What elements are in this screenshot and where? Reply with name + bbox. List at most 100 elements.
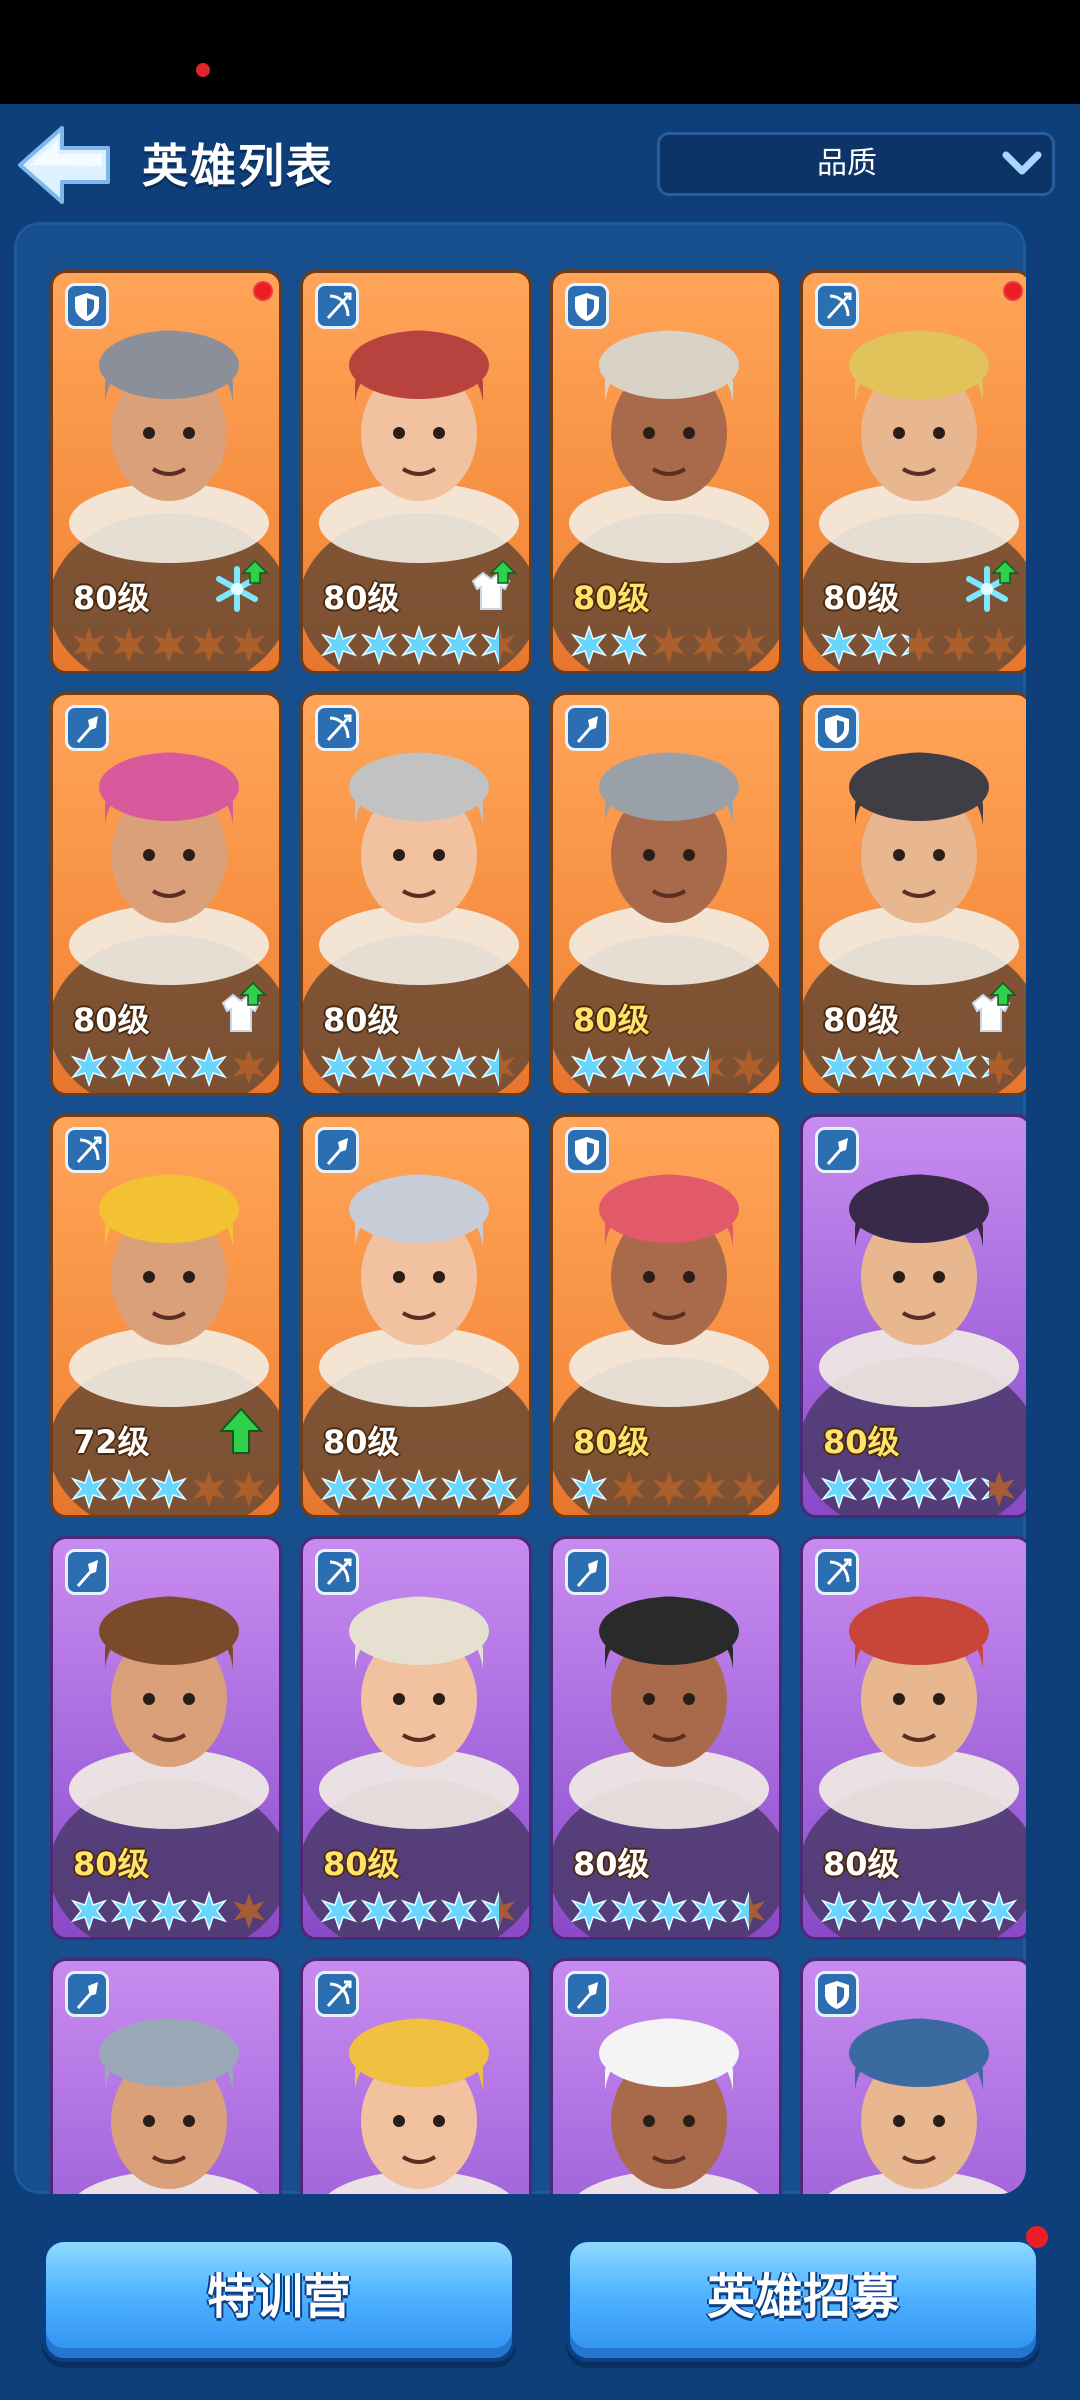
spear-class-icon xyxy=(65,1971,109,2017)
star-icon xyxy=(859,1891,899,1931)
upgrade-arrow-icon[interactable] xyxy=(213,1403,269,1459)
hero-level: 80级 xyxy=(73,1001,150,1039)
star-icon xyxy=(109,625,149,665)
hero-card[interactable] xyxy=(50,1958,282,2194)
star-icon xyxy=(569,1047,609,1087)
star-icon xyxy=(569,1891,609,1931)
page-title: 英雄列表 xyxy=(142,139,334,193)
star-icon xyxy=(69,1047,109,1087)
bow-class-icon xyxy=(815,283,859,329)
hero-card[interactable]: 80级 xyxy=(800,270,1026,674)
bow-class-icon xyxy=(315,705,359,751)
star-icon xyxy=(229,1891,269,1931)
training-camp-label: 特训营 xyxy=(206,2269,351,2325)
star-icon xyxy=(979,1891,1019,1931)
hero-grid-panel[interactable]: 80级 80级 80级 80级 80级 80级 80级 80级 72级 80级 … xyxy=(14,222,1026,2194)
hero-card[interactable]: 80级 xyxy=(300,692,532,1096)
star-icon xyxy=(689,1469,729,1509)
spear-class-icon xyxy=(815,1127,859,1173)
star-icon xyxy=(569,625,609,665)
hero-level: 80级 xyxy=(823,579,900,617)
star-rating xyxy=(319,625,519,665)
star-icon xyxy=(399,1047,439,1087)
star-icon xyxy=(859,1047,899,1087)
hero-card[interactable]: 80级 xyxy=(550,270,782,674)
star-rating xyxy=(69,1891,269,1931)
star-icon xyxy=(69,1469,109,1509)
back-arrow-icon xyxy=(18,126,110,204)
hero-level: 80级 xyxy=(573,579,650,617)
star-icon xyxy=(229,625,269,665)
star-icon xyxy=(979,625,1019,665)
star-icon xyxy=(859,625,899,665)
upgrade-coat-icon[interactable] xyxy=(963,981,1019,1037)
hero-level: 72级 xyxy=(73,1423,150,1461)
shield-class-icon xyxy=(565,1127,609,1173)
upgrade-coat-icon[interactable] xyxy=(463,559,519,615)
upgrade-snowflake-icon[interactable] xyxy=(213,559,269,615)
star-icon xyxy=(609,625,649,665)
star-rating xyxy=(319,1891,519,1931)
star-icon xyxy=(859,1469,899,1509)
star-icon xyxy=(819,625,859,665)
shield-class-icon xyxy=(65,283,109,329)
star-icon xyxy=(939,1891,979,1931)
hero-card[interactable] xyxy=(800,1958,1026,2194)
star-icon xyxy=(189,625,229,665)
star-icon xyxy=(189,1469,229,1509)
star-icon xyxy=(729,1891,769,1931)
star-icon xyxy=(439,1469,479,1509)
hero-level: 80级 xyxy=(823,1001,900,1039)
star-icon xyxy=(689,625,729,665)
star-icon xyxy=(109,1047,149,1087)
training-camp-button[interactable]: 特训营 xyxy=(42,2238,516,2362)
star-icon xyxy=(649,1469,689,1509)
hero-level: 80级 xyxy=(323,1423,400,1461)
star-icon xyxy=(149,1047,189,1087)
star-icon xyxy=(899,1047,939,1087)
star-icon xyxy=(819,1469,859,1509)
star-icon xyxy=(979,1047,1019,1087)
star-rating xyxy=(819,625,1019,665)
hero-card[interactable]: 80级 xyxy=(550,1114,782,1518)
hero-card[interactable]: 80级 xyxy=(50,270,282,674)
star-icon xyxy=(319,1469,359,1509)
notification-dot xyxy=(196,63,210,77)
bow-class-icon xyxy=(65,1127,109,1173)
header: 英雄列表 品质 xyxy=(0,104,1080,216)
hero-card[interactable]: 80级 xyxy=(800,1114,1026,1518)
hero-card[interactable]: 72级 xyxy=(50,1114,282,1518)
back-button[interactable] xyxy=(14,122,114,208)
hero-card[interactable]: 80级 xyxy=(800,1536,1026,1940)
hero-card[interactable]: 80级 xyxy=(800,692,1026,1096)
star-icon xyxy=(939,1047,979,1087)
star-rating xyxy=(569,1891,769,1931)
star-rating xyxy=(69,1047,269,1087)
star-icon xyxy=(609,1469,649,1509)
star-icon xyxy=(189,1047,229,1087)
hero-card[interactable]: 80级 xyxy=(300,1114,532,1518)
upgrade-coat-icon[interactable] xyxy=(213,981,269,1037)
recruit-notification-dot xyxy=(1026,2226,1048,2248)
hero-card[interactable]: 80级 xyxy=(50,1536,282,1940)
spear-class-icon xyxy=(65,705,109,751)
hero-card[interactable] xyxy=(300,1958,532,2194)
star-icon xyxy=(979,1469,1019,1509)
hero-recruit-button[interactable]: 英雄招募 xyxy=(566,2238,1040,2362)
hero-recruit-label: 英雄招募 xyxy=(706,2269,899,2325)
hero-card[interactable] xyxy=(550,1958,782,2194)
quality-filter-dropdown[interactable]: 品质 xyxy=(657,132,1055,196)
upgrade-snowflake-icon[interactable] xyxy=(963,559,1019,615)
star-icon xyxy=(649,1047,689,1087)
star-icon xyxy=(689,1047,729,1087)
hero-card[interactable]: 80级 xyxy=(300,1536,532,1940)
star-icon xyxy=(609,1047,649,1087)
hero-card[interactable]: 80级 xyxy=(550,692,782,1096)
star-icon xyxy=(479,1891,519,1931)
star-rating xyxy=(819,1469,1019,1509)
hero-card[interactable]: 80级 xyxy=(550,1536,782,1940)
bow-class-icon xyxy=(315,283,359,329)
hero-card[interactable]: 80级 xyxy=(300,270,532,674)
star-icon xyxy=(649,1891,689,1931)
hero-card[interactable]: 80级 xyxy=(50,692,282,1096)
